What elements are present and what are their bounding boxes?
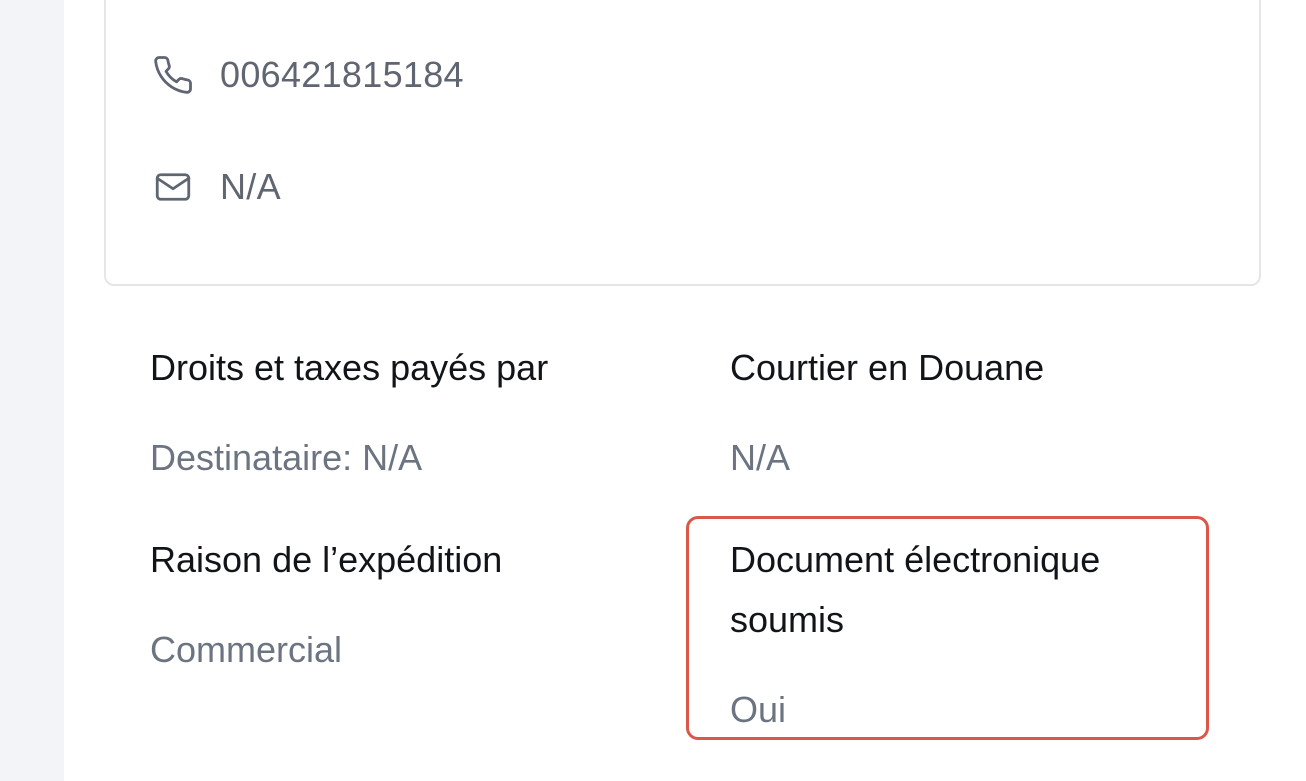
left-gutter — [0, 0, 64, 781]
field-electronic-document: Document électronique soumis Oui — [730, 530, 1190, 740]
field-shipment-reason: Raison de l’expédition Commercial — [150, 530, 502, 680]
mail-icon — [152, 164, 198, 210]
field-customs-broker: Courtier en Douane N/A — [730, 338, 1044, 488]
field-electronic-document-label: Document électronique soumis — [730, 539, 1101, 640]
contact-phone-row: 006421815184 — [152, 52, 464, 98]
contact-email-row: N/A — [152, 164, 281, 210]
field-duties-taxes-label: Droits et taxes payés par — [150, 347, 549, 388]
field-customs-broker-value: N/A — [730, 437, 791, 478]
contact-email-value: N/A — [220, 166, 281, 207]
details-panel: 006421815184 N/A Droits et taxes payés p… — [64, 0, 1306, 781]
field-shipment-reason-value: Commercial — [150, 629, 343, 670]
field-customs-broker-label: Courtier en Douane — [730, 347, 1045, 388]
field-electronic-document-value: Oui — [730, 689, 787, 730]
field-duties-taxes: Droits et taxes payés par Destinataire: … — [150, 338, 548, 488]
phone-icon — [152, 52, 198, 98]
field-duties-taxes-value: Destinataire: N/A — [150, 437, 423, 478]
contact-card: 006421815184 N/A — [104, 0, 1261, 286]
contact-phone-value: 006421815184 — [220, 54, 464, 95]
field-shipment-reason-label: Raison de l’expédition — [150, 539, 503, 580]
